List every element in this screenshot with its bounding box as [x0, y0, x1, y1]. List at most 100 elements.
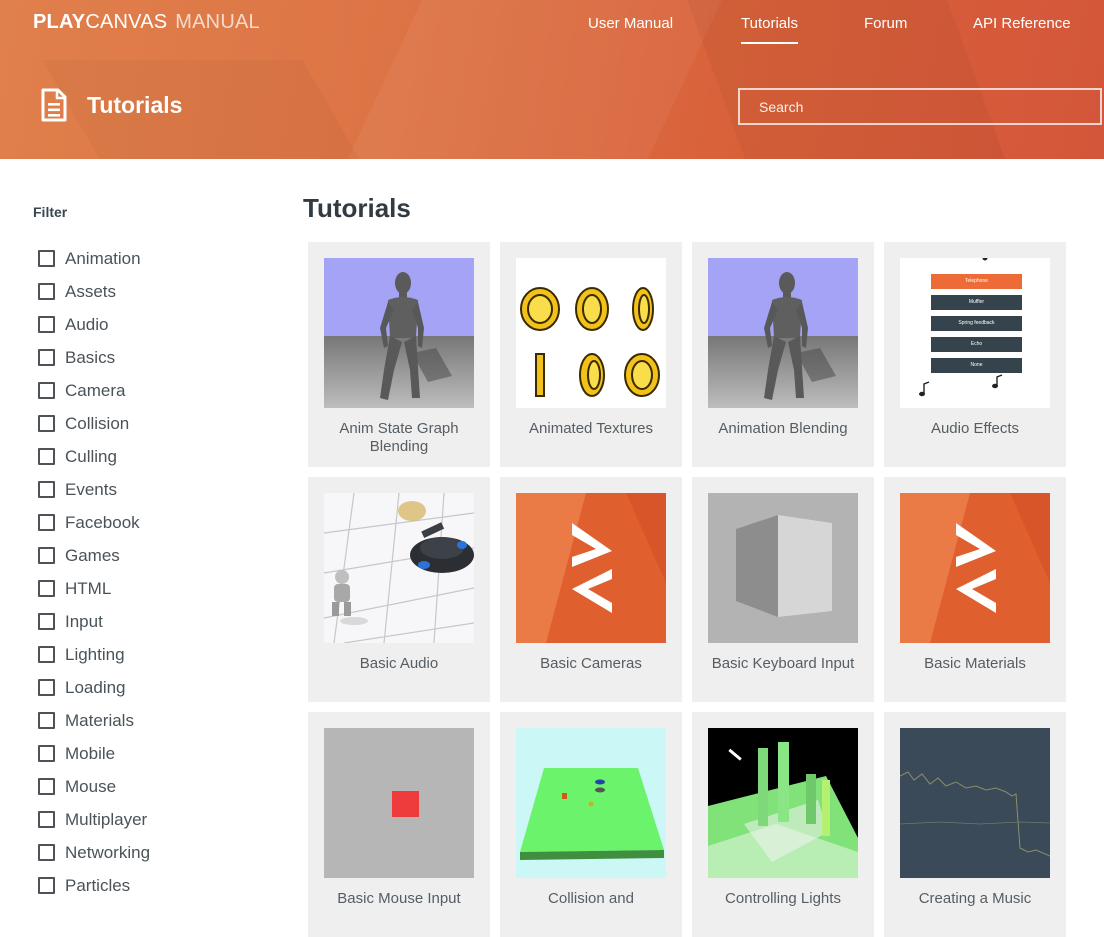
page-title: Tutorials — [87, 91, 183, 118]
filter-item[interactable]: Assets — [38, 275, 150, 308]
checkbox[interactable] — [38, 646, 55, 663]
tutorial-title: Animation Blending — [718, 420, 848, 437]
tutorial-thumbnail — [324, 728, 474, 878]
document-icon — [41, 88, 67, 122]
robot-figure-image — [708, 258, 858, 408]
checkbox[interactable] — [38, 877, 55, 894]
filter-item[interactable]: Loading — [38, 671, 150, 704]
checkbox[interactable] — [38, 448, 55, 465]
tutorial-thumbnail — [516, 493, 666, 643]
nav-api-reference[interactable]: API Reference — [973, 15, 1071, 32]
tutorial-title: Audio Effects — [930, 420, 1020, 437]
checkbox[interactable] — [38, 844, 55, 861]
filter-item[interactable]: Lighting — [38, 638, 150, 671]
filter-item[interactable]: Input — [38, 605, 150, 638]
red-square-shape — [392, 791, 419, 817]
tutorial-thumbnail — [900, 728, 1050, 878]
tutorial-card[interactable]: Animated Textures — [500, 242, 682, 467]
tutorial-thumbnail — [900, 493, 1050, 643]
filter-item[interactable]: Basics — [38, 341, 150, 374]
tutorial-card[interactable]: Basic Keyboard Input — [692, 477, 874, 702]
nav-tutorials[interactable]: Tutorials — [741, 15, 798, 44]
tutorial-card[interactable]: Collision and — [500, 712, 682, 937]
tutorial-thumbnail — [324, 493, 474, 643]
tutorial-card[interactable]: Basic Cameras — [500, 477, 682, 702]
site-header: PLAYCANVAS MANUAL User Manual Tutorials F… — [0, 0, 1104, 159]
tutorial-card[interactable]: Anim State Graph Blending — [308, 242, 490, 467]
playcanvas-logo-icon — [900, 493, 1050, 643]
filter-item[interactable]: Camera — [38, 374, 150, 407]
nav-user-manual[interactable]: User Manual — [588, 15, 673, 32]
music-note-icon — [919, 258, 1003, 397]
search-input[interactable] — [738, 88, 1102, 125]
checkbox[interactable] — [38, 679, 55, 696]
grey-cube-image — [708, 493, 858, 643]
tutorial-card[interactable]: Controlling Lights — [692, 712, 874, 937]
checkbox[interactable] — [38, 811, 55, 828]
filter-item[interactable]: Events — [38, 473, 150, 506]
filter-item[interactable]: Mobile — [38, 737, 150, 770]
filter-item[interactable]: Collision — [38, 407, 150, 440]
tutorial-title: Collision and — [548, 890, 634, 907]
filter-item[interactable]: Audio — [38, 308, 150, 341]
checkbox[interactable] — [38, 481, 55, 498]
filter-item[interactable]: Networking — [38, 836, 150, 869]
tutorial-thumbnail — [708, 728, 858, 878]
tutorial-title: Basic Materials — [924, 655, 1026, 672]
checkbox[interactable] — [38, 349, 55, 366]
tutorial-card[interactable]: Basic Mouse Input — [308, 712, 490, 937]
tutorial-title: Basic Mouse Input — [337, 890, 461, 907]
tutorial-title: Basic Cameras — [540, 655, 642, 672]
filter-item[interactable]: Multiplayer — [38, 803, 150, 836]
filter-item[interactable]: Materials — [38, 704, 150, 737]
checkbox[interactable] — [38, 547, 55, 564]
checkbox[interactable] — [38, 283, 55, 300]
robot-figure-image — [324, 258, 474, 408]
playcanvas-logo-icon — [516, 493, 666, 643]
tutorial-thumbnail — [516, 258, 666, 408]
tutorial-title: Creating a Music — [918, 890, 1032, 907]
checkbox[interactable] — [38, 580, 55, 597]
checkbox[interactable] — [38, 382, 55, 399]
header-facet — [319, 0, 741, 159]
tutorial-thumbnail — [324, 258, 474, 408]
waveform-image — [900, 771, 1050, 857]
tutorial-card[interactable]: Animation Blending — [692, 242, 874, 467]
tank-scene-image — [324, 493, 474, 643]
nav-forum[interactable]: Forum — [864, 15, 907, 32]
checkbox[interactable] — [38, 514, 55, 531]
page-heading: Tutorials — [40, 88, 182, 122]
tutorial-title: Controlling Lights — [725, 890, 841, 907]
site-logo[interactable]: PLAYCANVAS MANUAL — [33, 11, 260, 34]
tutorial-thumbnail: Telephone Muffler Spring feedback Echo N… — [900, 258, 1050, 408]
tutorial-card[interactable]: Basic Materials — [884, 477, 1066, 702]
checkbox[interactable] — [38, 778, 55, 795]
green-platform-image — [520, 768, 664, 860]
lit-pillars-image — [708, 742, 858, 878]
filter-item[interactable]: Animation — [38, 242, 150, 275]
tutorial-thumbnail — [708, 493, 858, 643]
checkbox[interactable] — [38, 712, 55, 729]
tutorial-card[interactable]: Telephone Muffler Spring feedback Echo N… — [884, 242, 1066, 467]
filter-item[interactable]: Culling — [38, 440, 150, 473]
filter-heading: Filter — [33, 204, 68, 220]
checkbox[interactable] — [38, 415, 55, 432]
filter-item[interactable]: Mouse — [38, 770, 150, 803]
tutorial-card[interactable]: Creating a Music — [884, 712, 1066, 937]
filter-item[interactable]: Games — [38, 539, 150, 572]
checkbox[interactable] — [38, 613, 55, 630]
tutorial-title: Basic Keyboard Input — [711, 655, 855, 672]
tutorial-card[interactable]: Basic Audio — [308, 477, 490, 702]
checkbox[interactable] — [38, 250, 55, 267]
checkbox[interactable] — [38, 316, 55, 333]
filter-list: Animation Assets Audio Basics Camera Col… — [38, 242, 150, 902]
filter-item[interactable]: Particles — [38, 869, 150, 902]
tutorial-thumbnail — [516, 728, 666, 878]
filter-item[interactable]: Facebook — [38, 506, 150, 539]
filter-sidebar: Filter Animation Assets Audio Basics Cam… — [0, 159, 280, 906]
checkbox[interactable] — [38, 745, 55, 762]
section-title: Tutorials — [303, 193, 411, 223]
tutorial-title: Anim State Graph Blending — [339, 420, 459, 455]
tutorial-title: Basic Audio — [359, 655, 439, 672]
filter-item[interactable]: HTML — [38, 572, 150, 605]
